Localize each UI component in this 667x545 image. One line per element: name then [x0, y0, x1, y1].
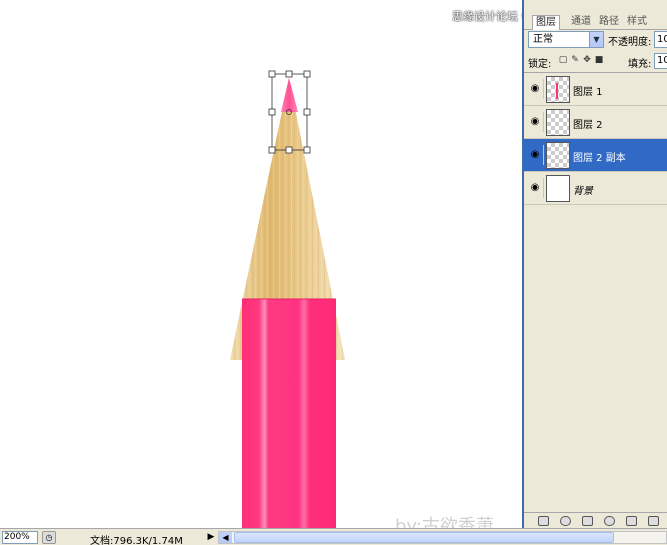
fill-field[interactable]: 100% [654, 53, 667, 69]
status-bar: 200% ◷ 文档:796.3K/1.74M ▶ ◀ [0, 528, 667, 545]
blend-row: 正常 ▼ 不透明度: 100% [528, 30, 667, 50]
lock-all-icon[interactable]: ■ [594, 55, 604, 65]
layer-row-3-selected[interactable]: ◉ 图层 2 副本 [524, 139, 667, 172]
play-arrow-icon[interactable]: ▶ [205, 531, 217, 544]
opacity-label: 不透明度: [608, 37, 652, 48]
blend-mode-value: 正常 [533, 34, 553, 45]
new-layer-icon[interactable] [648, 516, 659, 526]
fill-label: 填充: [628, 59, 652, 70]
layer-name: 图层 1 [573, 87, 603, 98]
lock-row: 锁定: ▢ ✎ ✥ ■ 填充: 100% [528, 52, 667, 70]
tab-paths[interactable]: 路径 [596, 15, 622, 30]
pencil-artwork [230, 70, 345, 528]
layer-row-2[interactable]: ◉ 图层 2 [524, 106, 667, 139]
lock-transparency-icon[interactable]: ▢ [558, 55, 568, 65]
new-group-icon[interactable] [626, 516, 637, 526]
lock-position-icon[interactable]: ✥ [582, 55, 592, 65]
photoshop-window: 思缘设计论坛 www.MISSYUAN.COM 图层 通道 路径 样式 正常 ▼… [0, 0, 667, 545]
lock-label: 锁定: [528, 59, 552, 70]
document-info: 文档:796.3K/1.74M [90, 536, 183, 545]
thumbnail-mark [556, 83, 558, 99]
scrollbar-thumb[interactable] [234, 532, 614, 543]
opacity-field[interactable]: 100% [654, 31, 667, 48]
layer-style-icon[interactable] [560, 516, 571, 526]
layer-mask-icon[interactable] [582, 516, 593, 526]
chevron-down-icon[interactable]: ▼ [589, 32, 603, 47]
layer-name: 背景 [573, 186, 593, 197]
pencil-lead-tip [281, 78, 298, 112]
scroll-left-icon[interactable]: ◀ [219, 532, 232, 543]
link-layers-icon[interactable] [538, 516, 549, 526]
panel-tab-bar: 图层 通道 路径 样式 [524, 14, 667, 30]
layer-name: 图层 2 [573, 120, 603, 131]
layer-row-1[interactable]: ◉ 图层 1 [524, 73, 667, 106]
tab-channels[interactable]: 通道 [568, 15, 594, 30]
blend-mode-select[interactable]: 正常 ▼ [528, 31, 604, 48]
tab-styles[interactable]: 样式 [624, 15, 650, 30]
eye-icon[interactable]: ◉ [529, 83, 541, 95]
layers-list: ◉ 图层 1 ◉ 图层 2 ◉ 图层 2 副本 ◉ 背景 [524, 72, 667, 208]
layer-thumbnail [546, 109, 570, 136]
document-canvas[interactable] [0, 0, 522, 528]
pencil-body [242, 299, 336, 528]
horizontal-scrollbar[interactable]: ◀ [218, 531, 667, 544]
eye-icon[interactable]: ◉ [529, 149, 541, 161]
layers-panel: 图层 通道 路径 样式 正常 ▼ 不透明度: 100% 锁定: ▢ ✎ ✥ ■ … [522, 0, 667, 528]
layer-thumbnail [546, 142, 570, 169]
status-menu-icon[interactable]: ◷ [42, 531, 56, 544]
layer-name: 图层 2 副本 [573, 153, 626, 164]
eye-icon[interactable]: ◉ [529, 182, 541, 194]
panel-footer [524, 512, 667, 528]
layer-row-background[interactable]: ◉ 背景 [524, 172, 667, 205]
eye-icon[interactable]: ◉ [529, 116, 541, 128]
layer-thumbnail [546, 175, 570, 202]
zoom-field[interactable]: 200% [2, 531, 38, 544]
lock-pixels-icon[interactable]: ✎ [570, 55, 580, 65]
layer-thumbnail [546, 76, 570, 103]
adjustment-layer-icon[interactable] [604, 516, 615, 526]
tab-layers[interactable]: 图层 [532, 15, 560, 30]
